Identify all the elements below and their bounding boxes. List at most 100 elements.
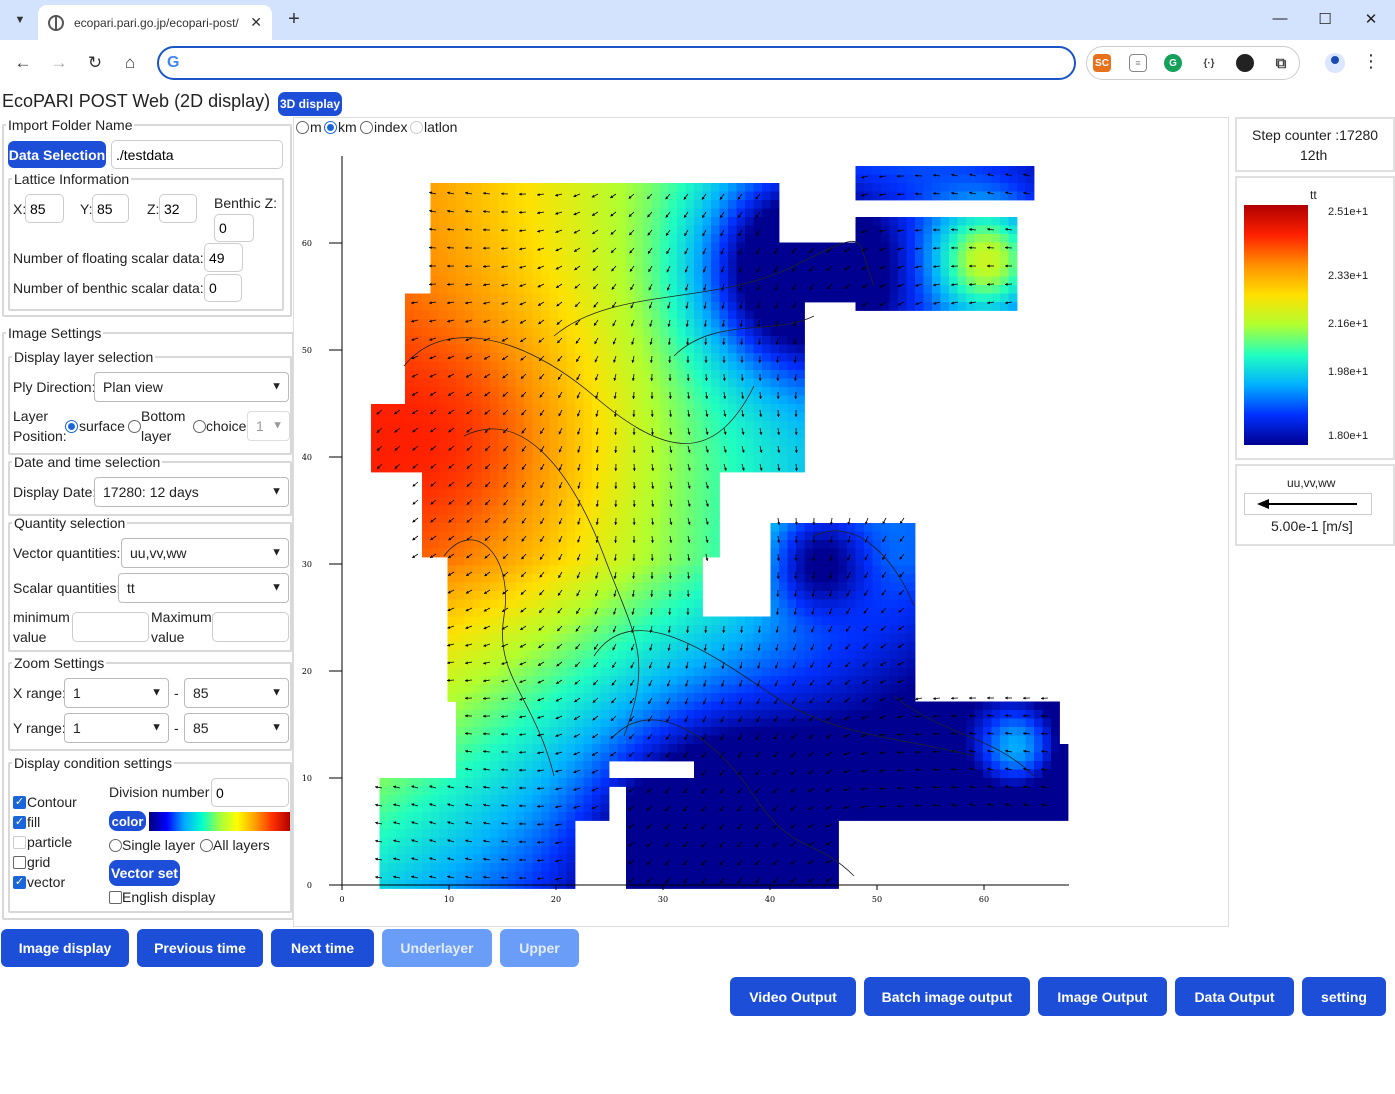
vector-checkbox[interactable]: ✓	[13, 876, 26, 889]
minimize-icon[interactable]: —	[1270, 10, 1290, 27]
address-bar[interactable]: G	[157, 46, 1076, 80]
new-tab-plus-icon[interactable]: +	[284, 8, 304, 31]
fill-cell	[762, 667, 771, 677]
fill-cell	[677, 336, 686, 345]
forward-arrow-icon[interactable]: →	[48, 52, 70, 74]
fill-cell	[473, 642, 482, 651]
fill-cell	[753, 820, 763, 830]
fill-cell	[1008, 259, 1018, 269]
lattice-y-input[interactable]	[92, 194, 129, 223]
fill-cell	[974, 735, 984, 745]
fill-cell	[447, 693, 457, 702]
english-display-checkbox[interactable]	[109, 891, 122, 904]
x-range-to-select[interactable]: 85 ▼	[184, 678, 289, 708]
choice-radio[interactable]	[193, 420, 206, 433]
display-date-select[interactable]: 17280: 12 days ▼	[94, 477, 289, 507]
sc-extension-icon[interactable]: SC	[1093, 54, 1111, 72]
grammarly-extension-icon[interactable]: G	[1164, 54, 1182, 72]
division-number-input[interactable]	[211, 778, 289, 807]
fill-cell	[957, 761, 967, 770]
puzzle-extensions-icon[interactable]: ⧉	[1272, 54, 1290, 72]
ply-direction-select[interactable]: Plan view ▼	[94, 372, 289, 402]
close-icon[interactable]: ✕	[250, 14, 262, 31]
choice-layer-select[interactable]: 1 ▼	[247, 411, 290, 441]
fill-cell	[906, 786, 916, 796]
floating-scalar-input[interactable]	[204, 243, 243, 272]
fill-cell	[498, 268, 508, 277]
fill-cell	[677, 616, 686, 626]
bottom-layer-radio[interactable]	[128, 420, 141, 433]
minimum-value-input[interactable]	[72, 612, 149, 642]
maximum-value-input[interactable]	[212, 612, 289, 642]
fill-cell	[626, 310, 635, 320]
reload-icon[interactable]: ↻	[84, 52, 106, 74]
x-range-from-select[interactable]: 1 ▼	[64, 678, 169, 708]
y-range-to-select[interactable]: 85 ▼	[184, 713, 289, 743]
y-range-from-select[interactable]: 1 ▼	[64, 713, 169, 743]
fill-cell	[498, 650, 508, 660]
fill-cell	[651, 472, 661, 481]
scalar-quantities-select[interactable]: tt ▼	[118, 573, 289, 603]
browser-tab[interactable]: ecopari.pari.go.jp/ecopari-post/ ✕	[38, 5, 272, 40]
fill-cell	[813, 276, 822, 286]
fill-cell	[464, 523, 474, 532]
maximize-icon[interactable]: ☐	[1315, 10, 1335, 28]
fill-cell	[617, 752, 627, 762]
fill-cell	[643, 395, 652, 405]
back-arrow-icon[interactable]: ←	[12, 52, 34, 74]
home-icon[interactable]: ⌂	[119, 52, 141, 74]
circle-extension-icon[interactable]	[1236, 54, 1254, 72]
kebab-menu-icon[interactable]: ⋮	[1362, 51, 1380, 72]
vector-quantities-select[interactable]: uu,vv,ww ▼	[121, 538, 289, 568]
lattice-x-input[interactable]	[25, 194, 64, 223]
fill-cell	[983, 778, 992, 787]
fill-cell	[481, 557, 491, 566]
benthic-scalar-input[interactable]	[204, 274, 242, 302]
tab-search-chevron-icon[interactable]: ▼	[8, 8, 32, 32]
fill-cell	[898, 599, 907, 609]
fill-cell	[813, 778, 822, 787]
fill-cell	[991, 293, 1001, 303]
fill-cell	[855, 744, 865, 753]
vector-set-button[interactable]: Vector set	[109, 860, 180, 886]
fill-cell	[872, 795, 882, 804]
fill-cell	[515, 701, 525, 711]
fill-cell	[702, 200, 712, 209]
fill-cell	[830, 701, 839, 711]
fill-cell	[651, 319, 661, 328]
fill-cell	[498, 540, 508, 549]
3d-display-button[interactable]: 3D display	[278, 92, 342, 116]
window-close-icon[interactable]: ✕	[1361, 10, 1381, 28]
fill-cell	[490, 769, 499, 779]
contour-checkbox[interactable]: ✓	[13, 796, 26, 809]
fill-cell	[889, 523, 899, 532]
folder-path-input[interactable]	[111, 140, 283, 169]
fill-cell	[405, 319, 414, 328]
fill-cell	[439, 361, 448, 371]
profile-avatar-icon[interactable]	[1325, 53, 1345, 73]
fill-cell	[1025, 795, 1035, 804]
fill-cell	[1051, 752, 1060, 762]
surface-radio[interactable]	[65, 420, 78, 433]
json-extension-icon[interactable]: {·}	[1200, 54, 1218, 72]
fill-checkbox[interactable]: ✓	[13, 816, 26, 829]
fill-cell	[609, 735, 618, 745]
fill-cell	[957, 744, 967, 753]
color-button[interactable]: color	[109, 811, 146, 831]
single-layer-radio[interactable]	[109, 839, 122, 852]
all-layers-radio[interactable]	[200, 839, 213, 852]
fill-cell	[430, 378, 440, 388]
fill-cell	[600, 659, 610, 668]
data-selection-button[interactable]: Data Selection	[8, 141, 106, 168]
benthic-z-input[interactable]	[214, 214, 254, 242]
grid-checkbox[interactable]	[13, 856, 26, 869]
fill-cell	[405, 795, 414, 804]
particle-checkbox[interactable]	[13, 836, 26, 849]
document-extension-icon[interactable]: ≡	[1129, 54, 1147, 72]
fill-cell	[439, 540, 448, 549]
address-input[interactable]	[191, 52, 1061, 74]
fill-cell	[617, 319, 627, 328]
fill-cell	[481, 667, 491, 677]
color-scale-bar[interactable]	[149, 812, 290, 831]
lattice-z-input[interactable]	[159, 194, 197, 223]
